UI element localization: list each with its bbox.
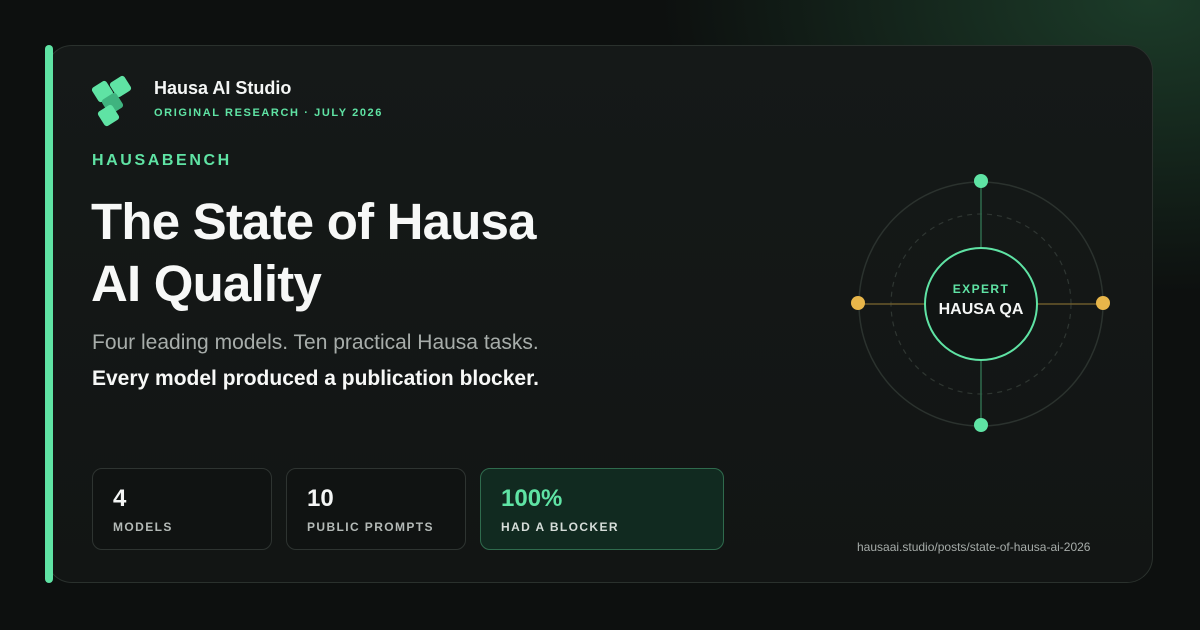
headline-line-2: AI Quality — [91, 255, 322, 312]
emphasis-statement: Every model produced a publication block… — [92, 367, 539, 390]
stat-card-blocker: 100% HAD A BLOCKER — [480, 468, 724, 550]
node-top — [974, 174, 988, 188]
stat-value: 100% — [501, 485, 563, 512]
stat-value: 4 — [113, 485, 127, 512]
hausa-ai-studio-logo-icon — [91, 75, 132, 127]
stat-label: PUBLIC PROMPTS — [307, 520, 434, 534]
stat-value: 10 — [307, 485, 334, 512]
diagram-center-bottom: HAUSA QA — [938, 301, 1024, 318]
page-title: The State of Hausa AI Quality — [91, 191, 711, 315]
brand-name: Hausa AI Studio — [154, 78, 292, 98]
accent-bar — [45, 45, 53, 583]
post-url: hausaai.studio/posts/state-of-hausa-ai-2… — [857, 540, 1091, 554]
stat-label: HAD A BLOCKER — [501, 520, 619, 534]
node-bottom — [974, 418, 988, 432]
headline-line-1: The State of Hausa — [91, 193, 537, 250]
eyebrow-label: HAUSABENCH — [92, 152, 232, 169]
stat-card-models: 4 MODELS — [92, 468, 272, 550]
diagram-center-label: EXPERT HAUSA QA — [925, 282, 1037, 319]
stat-card-prompts: 10 PUBLIC PROMPTS — [286, 468, 466, 550]
node-right — [1096, 296, 1110, 310]
brand-subtitle: ORIGINAL RESEARCH · JULY 2026 — [154, 107, 383, 119]
stat-label: MODELS — [113, 520, 173, 534]
diagram-center-top: EXPERT — [952, 282, 1010, 296]
subtitle: Four leading models. Ten practical Hausa… — [92, 331, 539, 354]
node-left — [851, 296, 865, 310]
